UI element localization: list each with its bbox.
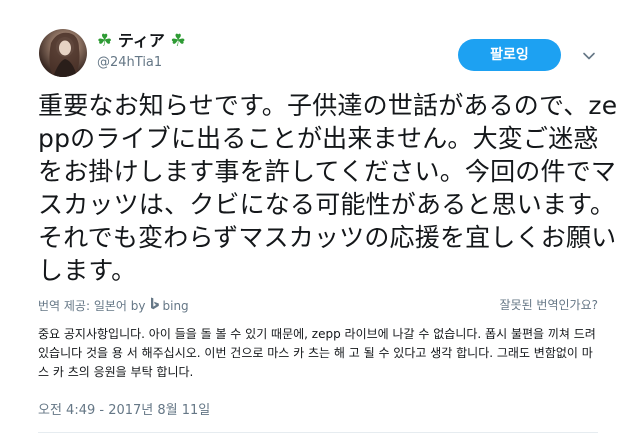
- clover-icon: ☘: [170, 31, 186, 51]
- divider: [38, 432, 598, 433]
- tweet-timestamp[interactable]: 오전 4:49 - 2017년 8월 11일: [38, 403, 210, 419]
- translation-provided-label: 번역 제공: 일본어 by: [38, 298, 146, 313]
- translated-text: 중요 공지사항입니다. 아이 들을 돌 볼 수 있기 때문에, zepp 라이브…: [38, 327, 596, 379]
- avatar[interactable]: [39, 29, 87, 77]
- chevron-down-icon[interactable]: [580, 47, 598, 65]
- following-button[interactable]: 팔로잉: [458, 39, 561, 71]
- display-name[interactable]: ☘ ティア ☘: [97, 31, 186, 51]
- user-handle[interactable]: @24hTia1: [97, 55, 162, 71]
- display-name-text: ティア: [117, 31, 165, 50]
- wrong-translation-link[interactable]: 잘못된 번역인가요?: [499, 297, 598, 313]
- bing-logo-icon: [150, 297, 160, 314]
- tweet-text: 重要なお知らせです。子供達の世話があるので、zeppのライブに出ることが出来ませ…: [38, 91, 618, 285]
- translation-attribution: 번역 제공: 일본어 by bing 잘못된 번역인가요?: [38, 297, 598, 313]
- bing-provider-name: bing: [162, 298, 189, 313]
- clover-icon: ☘: [97, 31, 113, 51]
